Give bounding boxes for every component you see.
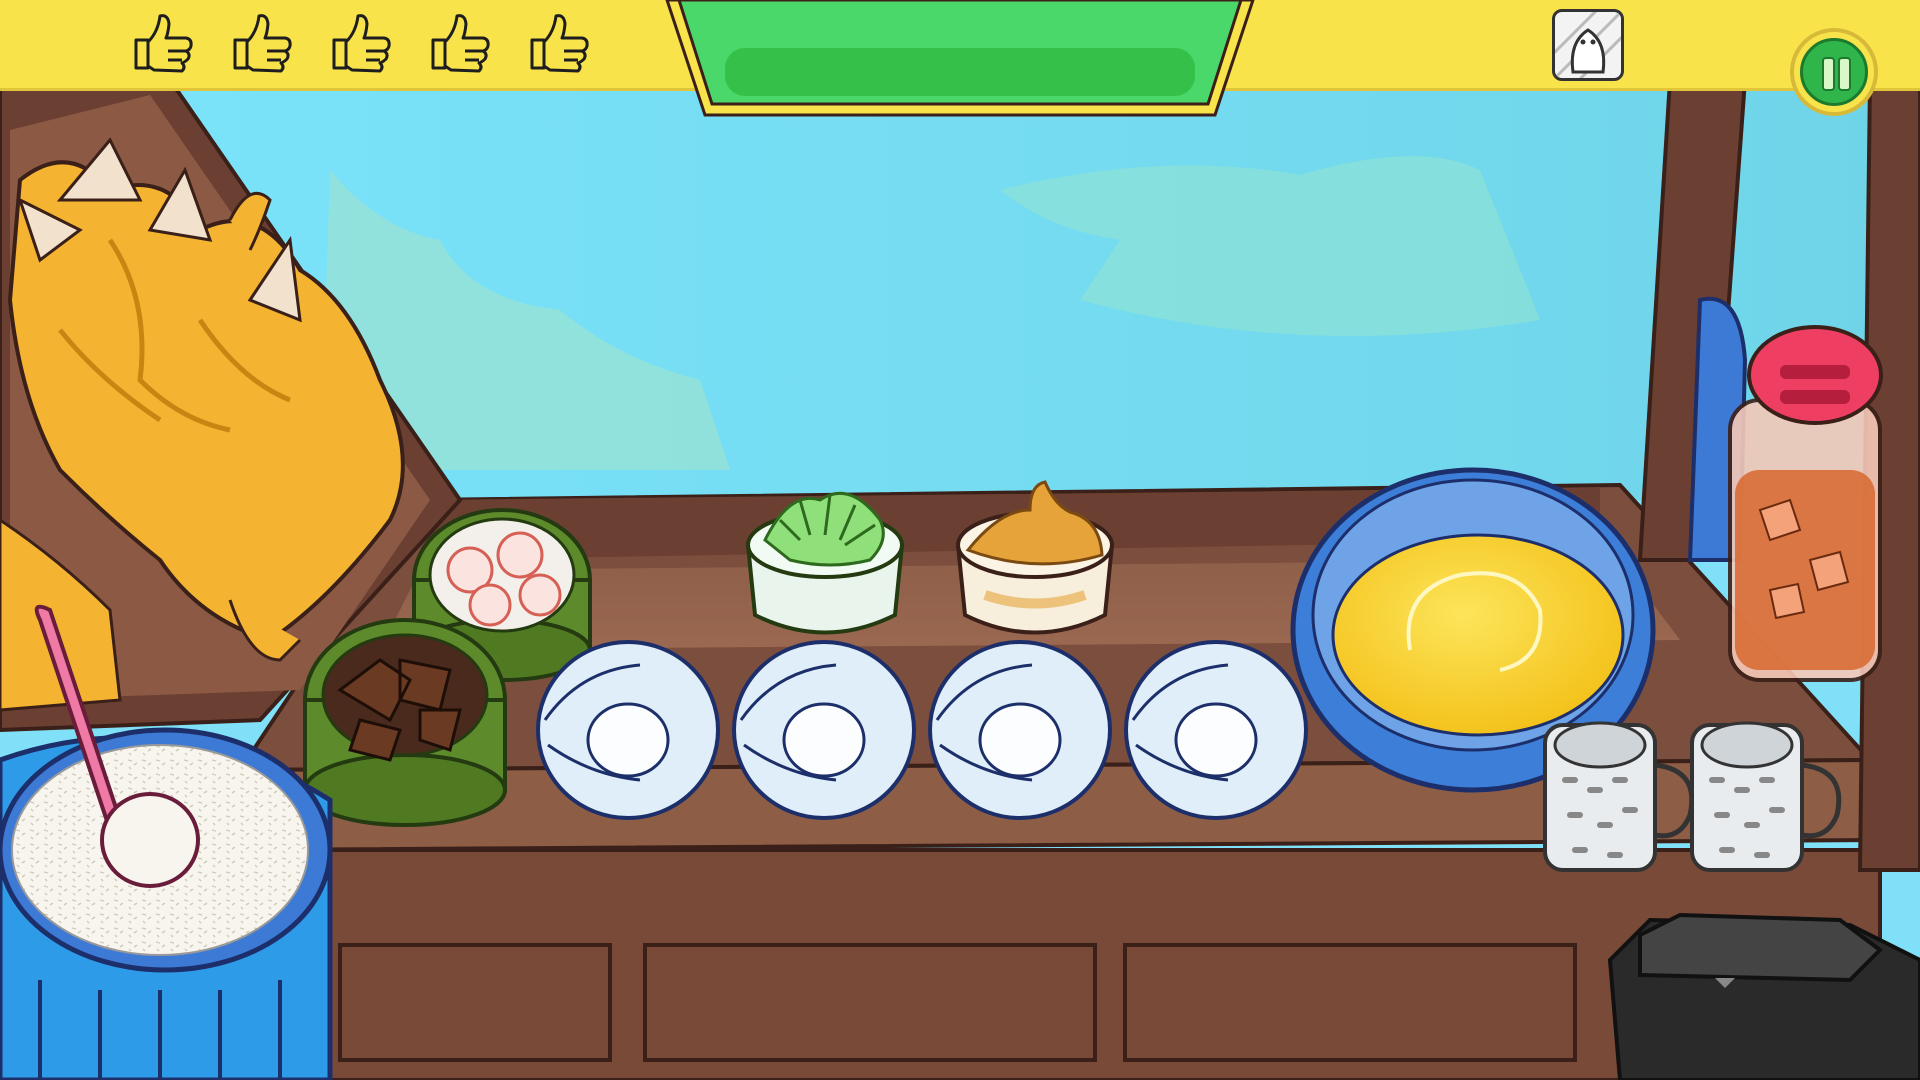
empty-plate-icon[interactable] xyxy=(928,640,1112,820)
thumbs-up-icon xyxy=(128,8,198,78)
empty-plate-icon[interactable] xyxy=(536,640,720,820)
ghost-customer-icon[interactable] xyxy=(1552,9,1624,81)
thumbs-up-icon xyxy=(227,8,297,78)
order-timer-bar xyxy=(665,0,1255,118)
pause-button[interactable] xyxy=(1790,28,1878,116)
game-scene xyxy=(0,78,1920,1080)
thumbs-up-icon xyxy=(524,8,594,78)
empty-plate-icon[interactable] xyxy=(732,640,916,820)
trash-bin-icon[interactable] xyxy=(1607,912,1920,1080)
braised-meat-pot[interactable] xyxy=(303,618,507,827)
rice-pot-icon[interactable] xyxy=(0,727,333,1080)
thumbs-up-icon xyxy=(326,8,396,78)
thumbs-up-icon xyxy=(425,8,495,78)
pause-icon xyxy=(1800,38,1868,106)
timer-fill xyxy=(725,48,1195,96)
empty-plate-icon[interactable] xyxy=(1124,640,1308,820)
